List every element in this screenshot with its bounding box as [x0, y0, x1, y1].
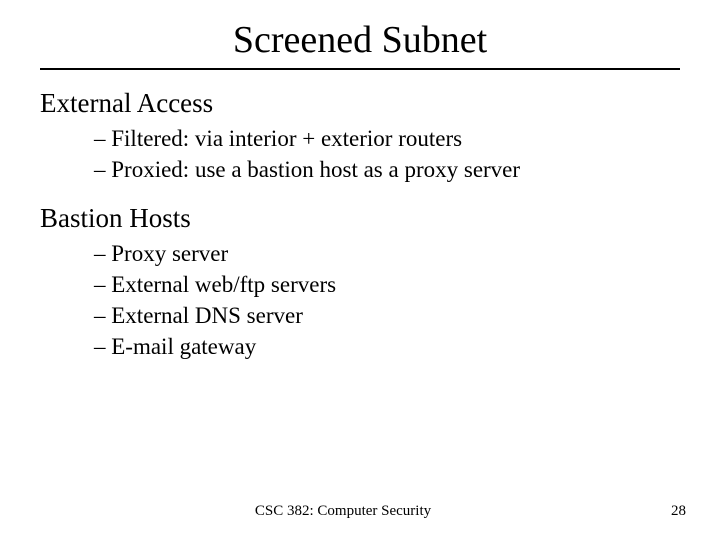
list-item: External DNS server — [94, 300, 680, 331]
section-heading: Bastion Hosts — [40, 203, 680, 234]
list-item: Filtered: via interior + exterior router… — [94, 123, 680, 154]
list-item: Proxied: use a bastion host as a proxy s… — [94, 154, 680, 185]
slide-footer: CSC 382: Computer Security 28 — [0, 503, 720, 520]
list-item: Proxy server — [94, 238, 680, 269]
bullet-list: Filtered: via interior + exterior router… — [94, 123, 680, 185]
slide-title: Screened Subnet — [40, 18, 680, 62]
section-bastion-hosts: Bastion Hosts Proxy server External web/… — [40, 203, 680, 362]
bullet-list: Proxy server External web/ftp servers Ex… — [94, 238, 680, 362]
section-external-access: External Access Filtered: via interior +… — [40, 88, 680, 185]
slide: Screened Subnet External Access Filtered… — [0, 0, 720, 540]
list-item: External web/ftp servers — [94, 269, 680, 300]
page-number: 28 — [671, 503, 686, 520]
list-item: E-mail gateway — [94, 331, 680, 362]
title-rule — [40, 68, 680, 70]
section-heading: External Access — [40, 88, 680, 119]
footer-text: CSC 382: Computer Security — [0, 503, 686, 520]
